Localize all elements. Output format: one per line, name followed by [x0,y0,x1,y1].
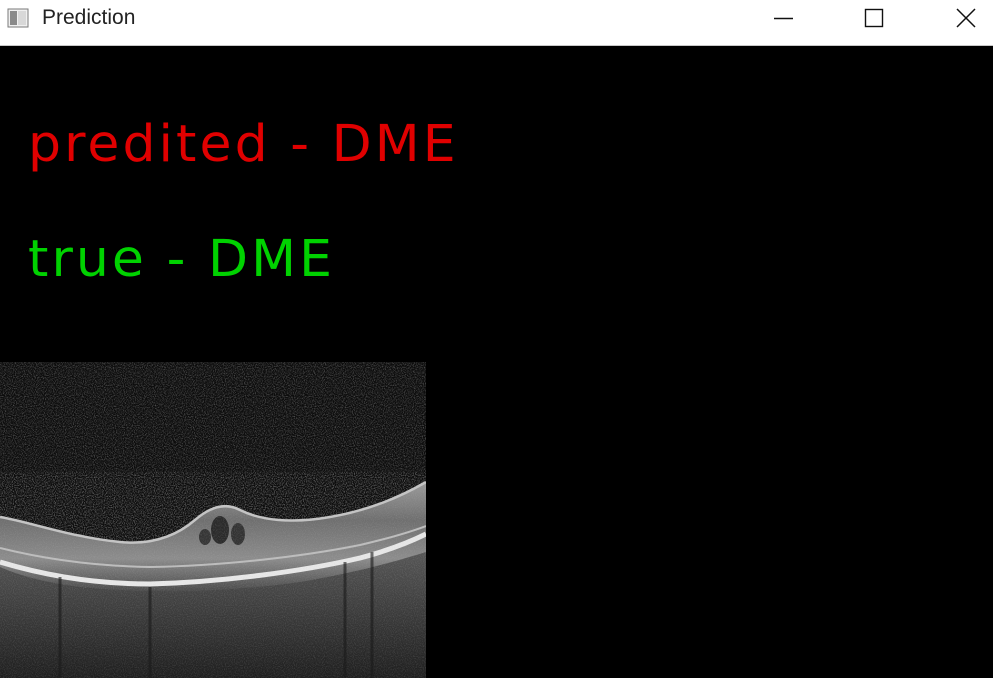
close-button[interactable] [935,0,993,36]
true-label: true - DME [28,230,336,289]
maximize-button[interactable] [845,0,905,36]
title-bar[interactable]: Prediction [0,0,993,46]
minimize-button[interactable] [753,0,813,36]
app-icon [7,8,29,28]
image-canvas: predited - DME true - DME [0,47,993,678]
predicted-label: predited - DME [28,115,459,174]
oct-retina-scan-image [0,362,426,678]
prediction-window: Prediction predited - DME true - DME [0,0,993,678]
window-title: Prediction [42,6,136,29]
